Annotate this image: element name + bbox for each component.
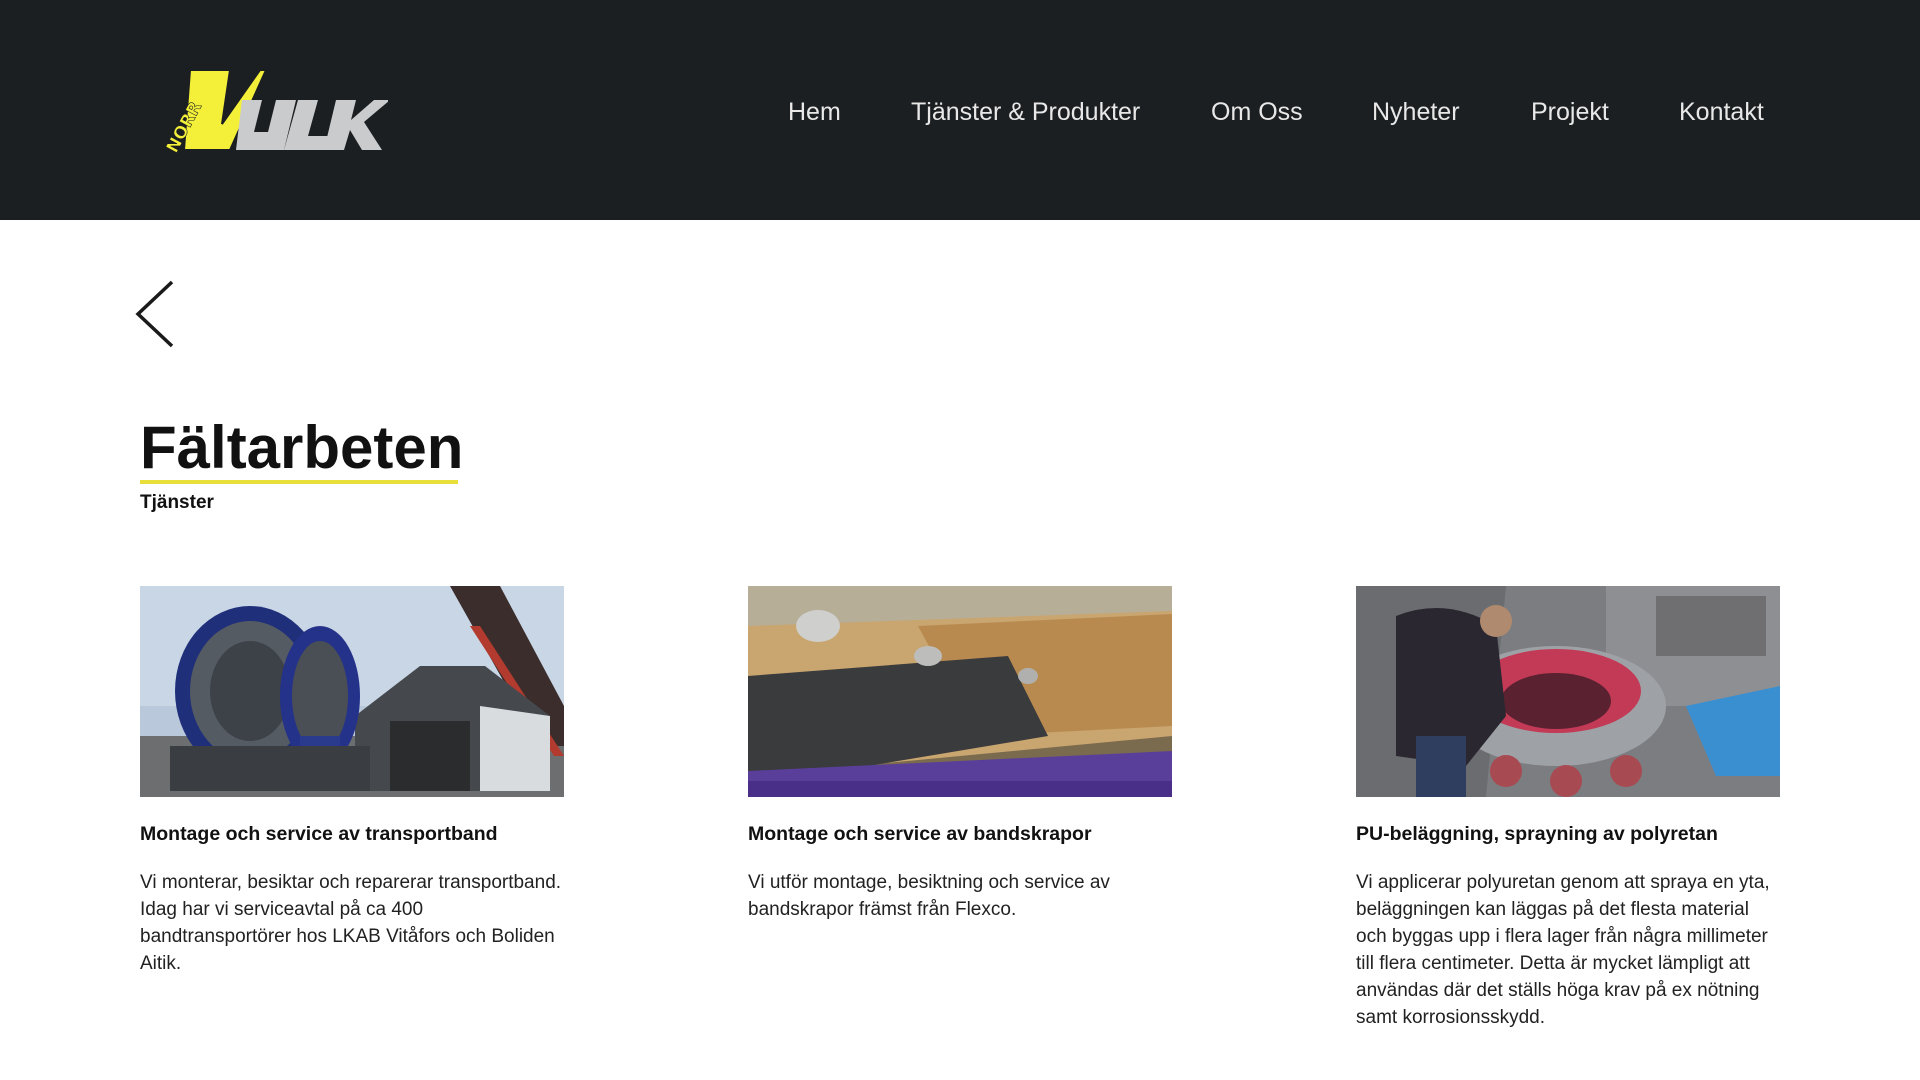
service-card: PU-beläggning, sprayning av polyretan Vi… bbox=[1356, 586, 1780, 1031]
polyurethan-spraying-photo[interactable] bbox=[1356, 586, 1780, 797]
chevron-left-icon bbox=[135, 280, 174, 348]
card-text: Vi applicerar polyuretan genom att spray… bbox=[1356, 872, 1770, 1028]
card-title: Montage och service av transportband bbox=[140, 823, 498, 845]
title-underline bbox=[140, 480, 458, 484]
service-card: Montage och service av bandskrapor Vi ut… bbox=[748, 586, 1172, 923]
card-text: Vi monterar, besiktar och reparerar tran… bbox=[140, 872, 562, 974]
main-nav: Hem Tjänster & Produkter Om Oss Nyheter … bbox=[760, 92, 1770, 132]
page-title: Fältarbeten bbox=[140, 414, 464, 481]
service-card: Montage och service av transportband Vi … bbox=[140, 586, 564, 977]
nav-item-hem[interactable]: Hem bbox=[788, 92, 841, 132]
card-title: Montage och service av bandskrapor bbox=[748, 823, 1092, 845]
site-header: NORR Hem Tjänster & Produkter Om Oss Nyh… bbox=[0, 0, 1920, 220]
nav-item-kontakt[interactable]: Kontakt bbox=[1679, 92, 1764, 132]
nav-item-projekt[interactable]: Projekt bbox=[1531, 92, 1609, 132]
page-subtitle: Tjänster bbox=[140, 492, 214, 513]
site-logo[interactable]: NORR bbox=[138, 62, 388, 158]
card-text: Vi utför montage, besiktning och service… bbox=[748, 872, 1110, 920]
back-button[interactable] bbox=[132, 278, 178, 350]
belt-scraper-photo[interactable] bbox=[748, 586, 1172, 797]
conveyor-belt-reels-photo[interactable] bbox=[140, 586, 564, 797]
norrvulk-logo-icon: NORR bbox=[162, 69, 388, 157]
nav-item-om-oss[interactable]: Om Oss bbox=[1211, 92, 1303, 132]
nav-item-tjanster-produkter[interactable]: Tjänster & Produkter bbox=[911, 92, 1140, 132]
card-title: PU-beläggning, sprayning av polyretan bbox=[1356, 823, 1718, 845]
nav-item-nyheter[interactable]: Nyheter bbox=[1372, 92, 1460, 132]
